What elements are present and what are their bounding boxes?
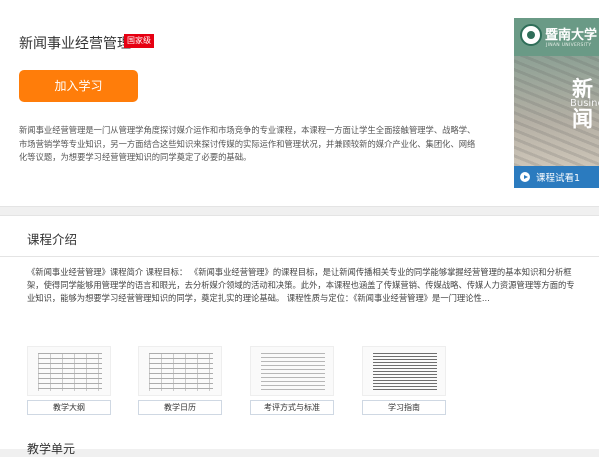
course-cover-image[interactable]: 暨南大学 JINAN UNIVERSITY 新闻 Busine bbox=[514, 18, 599, 166]
cover-subtitle-text: Busine bbox=[570, 98, 599, 109]
course-header-card: 新闻事业经营管理 国家级 加入学习 新闻事业经营管理是一门从管理学角度探讨媒介运… bbox=[0, 0, 599, 207]
section-divider bbox=[0, 256, 599, 257]
document-calendar[interactable]: 教学日历 bbox=[138, 346, 222, 415]
university-emblem-icon bbox=[520, 24, 542, 46]
document-label[interactable]: 考评方式与标准 bbox=[250, 400, 334, 415]
course-title: 新闻事业经营管理 bbox=[19, 36, 131, 52]
document-assessment[interactable]: 考评方式与标准 bbox=[250, 346, 334, 415]
course-intro-text: 《新闻事业经营管理》课程简介 课程目标： 《新闻事业经营管理》的课程目标，是让新… bbox=[27, 267, 575, 303]
document-preview bbox=[261, 353, 325, 391]
play-icon bbox=[520, 172, 530, 182]
cover-university-name: 暨南大学 bbox=[545, 28, 598, 43]
document-preview bbox=[38, 353, 102, 391]
document-label[interactable]: 学习指南 bbox=[362, 400, 446, 415]
course-intro-heading: 课程介绍 bbox=[27, 232, 78, 247]
trial-video-label: 课程试看1 bbox=[536, 173, 581, 184]
document-label[interactable]: 教学日历 bbox=[138, 400, 222, 415]
document-preview bbox=[373, 353, 437, 391]
document-thumbnail[interactable] bbox=[250, 346, 334, 396]
document-label[interactable]: 教学大纲 bbox=[27, 400, 111, 415]
document-thumbnail[interactable] bbox=[27, 346, 111, 396]
document-study-guide[interactable]: 学习指南 bbox=[362, 346, 446, 415]
national-level-badge: 国家级 bbox=[124, 34, 154, 48]
course-summary: 新闻事业经营管理是一门从管理学角度探讨媒介运作和市场竞争的专业课程，本课程一方面… bbox=[19, 125, 476, 162]
cover-university-en: JINAN UNIVERSITY bbox=[546, 43, 592, 48]
document-preview bbox=[149, 353, 213, 391]
document-thumbnail[interactable] bbox=[138, 346, 222, 396]
trial-video-button[interactable]: 课程试看1 bbox=[514, 166, 599, 188]
document-syllabus[interactable]: 教学大纲 bbox=[27, 346, 111, 415]
document-thumbnail[interactable] bbox=[362, 346, 446, 396]
join-study-button[interactable]: 加入学习 bbox=[19, 70, 138, 102]
